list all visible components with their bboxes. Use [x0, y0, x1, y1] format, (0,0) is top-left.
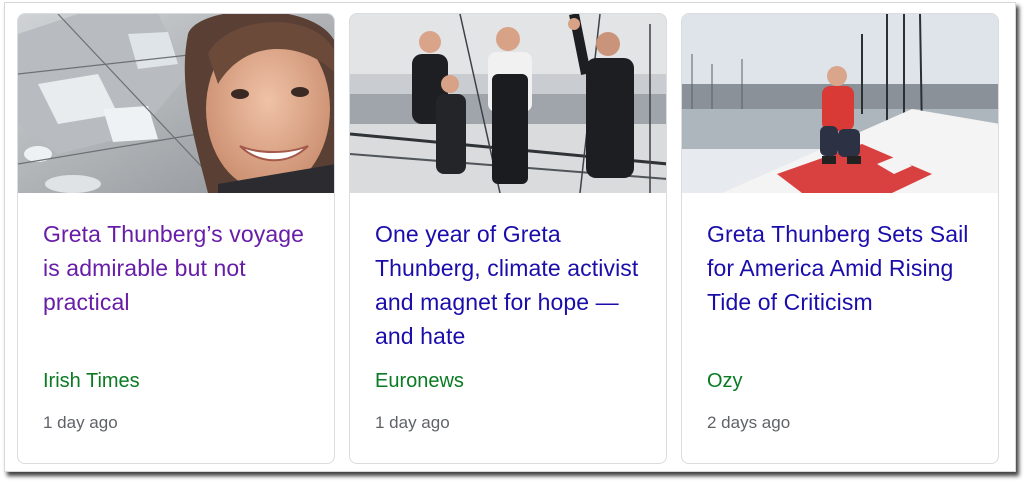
headline-text[interactable]: Greta Thunberg’s voyage is admirable but…: [43, 221, 304, 315]
news-card-1[interactable]: Greta Thunberg’s voyage is admirable but…: [17, 13, 335, 464]
news-card-thumbnail[interactable]: [350, 14, 666, 193]
news-card-3[interactable]: Greta Thunberg Sets Sail for America Ami…: [681, 13, 999, 464]
headline-text[interactable]: Greta Thunberg Sets Sail for America Ami…: [707, 221, 969, 315]
news-card-source: Irish Times: [43, 370, 140, 392]
news-card-thumbnail[interactable]: [682, 14, 998, 193]
crew-on-yacht-photo: [350, 14, 666, 193]
news-card-headline[interactable]: One year of Greta Thunberg, climate acti…: [375, 217, 650, 353]
news-card-source: Ozy: [707, 370, 743, 392]
news-card-thumbnail[interactable]: [18, 14, 334, 193]
greta-closeup-photo: [18, 14, 334, 193]
news-card-2[interactable]: One year of Greta Thunberg, climate acti…: [349, 13, 667, 464]
news-card-headline[interactable]: Greta Thunberg’s voyage is admirable but…: [43, 217, 318, 319]
news-card-source: Euronews: [375, 370, 464, 392]
news-card-age: 1 day ago: [43, 413, 118, 432]
news-card-age: 1 day ago: [375, 413, 450, 432]
news-card-age: 2 days ago: [707, 413, 791, 432]
news-card-headline[interactable]: Greta Thunberg Sets Sail for America Ami…: [707, 217, 982, 319]
greta-on-boat-deck-photo: [682, 14, 998, 193]
news-carousel: Greta Thunberg’s voyage is admirable but…: [4, 2, 1016, 472]
headline-text[interactable]: One year of Greta Thunberg, climate acti…: [375, 221, 638, 349]
